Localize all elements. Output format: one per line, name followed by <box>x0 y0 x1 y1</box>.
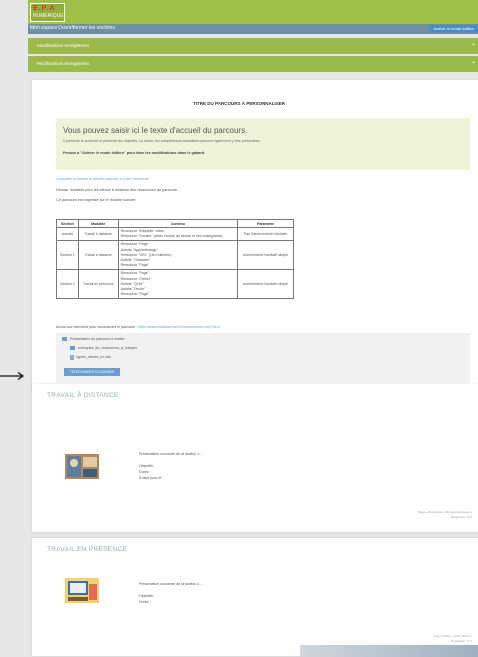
cell-parametre: Achèvement d'activité simple <box>237 240 294 271</box>
section-1-footer: Pages + Ressources + Mis à jour récemmen… <box>418 510 472 520</box>
download-folder-button[interactable]: TÉLÉCHARGER LE DOSSIER <box>64 368 120 376</box>
table-row: Accueil Travail à distance Ressource "Et… <box>56 226 294 242</box>
site-logo[interactable]: E.P.A NUMERIQUE <box>30 3 65 22</box>
tree-item[interactable]: lignes_eleves_xx.ods <box>70 355 111 360</box>
tree-item[interactable]: exemples_de_ressources_a_integrer <box>70 346 137 350</box>
intro-line: Démarr modalité pour les élèves à distan… <box>56 188 178 192</box>
tree-root[interactable]: Présentation du parcours à mettre <box>62 337 124 341</box>
cell-contenu: Ressource "Etiquette" vidéo Ressource "D… <box>117 226 239 242</box>
header-bar <box>28 0 478 24</box>
cell-contenu: Ressource "Page" Ressource "Fichier" Act… <box>117 269 239 300</box>
table-header-parametre: Paramètre <box>237 219 294 228</box>
section-line: À faire pour le : <box>139 476 164 480</box>
edit-mode-button[interactable]: Activer le mode édition <box>429 25 478 32</box>
table-row: Section 1 Travail à distance Ressource "… <box>56 240 294 271</box>
resource-line: Ressource "Page" <box>120 292 149 297</box>
welcome-box: Vous pouvez saisir ici le texte d'accuei… <box>56 118 470 170</box>
structure-line: Ce parcours est organisé sur le modèle s… <box>56 198 138 202</box>
section-line: Durée : <box>139 600 151 604</box>
section-1-title[interactable]: TRAVAIL À DISTANCE <box>47 392 119 399</box>
tutorial-link[interactable]: Consulter à travers le tutoriel associé … <box>56 177 149 181</box>
nav-link-toggle-sections[interactable]: Ouvrir/fermer les sections <box>58 25 115 31</box>
table-row: Section 2 Travail en présence Ressource … <box>56 269 294 300</box>
access-link[interactable]: https://www.etablissement.fr/course/inde… <box>138 325 220 329</box>
expand-icon[interactable]: + <box>472 42 475 48</box>
access-line: Accès aux éléments pour reconstruire le … <box>56 325 220 329</box>
course-structure-table: Section Modalité Contenu Paramètre Accue… <box>56 219 294 300</box>
table-header-contenu: Contenu <box>117 219 239 228</box>
section-2-title[interactable]: TRAVAIL EN PRÉSENCE <box>47 546 127 553</box>
welcome-heading: Vous pouvez saisir ici le texte d'accuei… <box>63 126 248 135</box>
cell-contenu: Ressource "Page" Activité "Apprentissage… <box>117 240 239 271</box>
cell-section: Section 1 <box>56 240 79 271</box>
cell-parametre: Pas d'achèvement d'activité <box>237 226 294 242</box>
pointer-arrow-icon <box>0 372 25 380</box>
resource-line: Ressource "Page" <box>120 263 149 268</box>
section-1-panel: TRAVAIL À DISTANCE Présentation succinct… <box>32 384 478 532</box>
accordion-1[interactable]: Modifications enregistrées + <box>28 38 478 54</box>
page-title: TITRE DU PARCOURS À PERSONNALISER <box>193 101 285 106</box>
background-photo-strip <box>300 645 478 657</box>
nav-link-mon-espace[interactable]: Mon espace <box>30 25 57 31</box>
accordion-2-label: Modifications enregistrées <box>37 61 90 66</box>
table-header-section: Section <box>56 219 79 228</box>
tree-item-label: exemples_de_ressources_a_integrer <box>78 346 138 350</box>
section-2-panel: TRAVAIL EN PRÉSENCE Présentation succinc… <box>32 538 478 656</box>
folder-icon <box>62 337 67 341</box>
cell-modalite: Travail en présence <box>77 269 119 300</box>
cell-section: Accueil <box>56 226 79 242</box>
section-line: Présentation succincte de la section 2..… <box>139 582 203 586</box>
section-2-illustration-icon <box>65 578 99 603</box>
progress-text: Progression : 0 / 6 <box>450 516 472 519</box>
accordion-2[interactable]: Modifications enregistrées + <box>28 56 478 72</box>
logo-bottom-text: NUMERIQUE <box>33 13 64 19</box>
file-icon <box>70 355 74 360</box>
resource-line: Ressource "Dossier" (vidéo incluse au be… <box>120 234 223 239</box>
expand-icon[interactable]: + <box>472 60 475 66</box>
folder-icon <box>70 346 75 350</box>
section-2-footer: Page + Fichier + QCM + Devoir + Progress… <box>434 634 473 644</box>
cell-modalite: Travail à distance <box>77 240 119 271</box>
section-line: Présentation succincte de la section 1..… <box>139 452 203 456</box>
logo-top-text: E.P.A <box>33 5 56 12</box>
welcome-edit-hint: Pensez à "Activer le mode édition" pour … <box>63 151 206 155</box>
welcome-subtext: Il présente le contexte et présente les … <box>63 139 261 143</box>
section-1-illustration-icon <box>65 454 99 479</box>
cell-parametre: Achèvement d'activité simple <box>237 269 294 300</box>
cell-modalite: Travail à distance <box>77 226 119 242</box>
tree-item-label: lignes_eleves_xx.ods <box>76 355 111 360</box>
cell-section: Section 2 <box>56 269 79 300</box>
accordion-1-label: Modifications enregistrées <box>37 43 90 48</box>
progress-text: Progression : 0 / 5 <box>450 640 472 643</box>
access-text: Accès aux éléments pour reconstruire le … <box>56 325 138 329</box>
nav-bar: Mon espace Ouvrir/fermer les sections Ac… <box>28 24 478 34</box>
section-1-text: Présentation succincte de la section 1..… <box>139 451 202 481</box>
tree-root-label: Présentation du parcours à mettre <box>70 337 125 341</box>
section-2-text: Présentation succincte de la section 2..… <box>139 581 202 605</box>
table-header-modalite: Modalité <box>77 219 119 228</box>
